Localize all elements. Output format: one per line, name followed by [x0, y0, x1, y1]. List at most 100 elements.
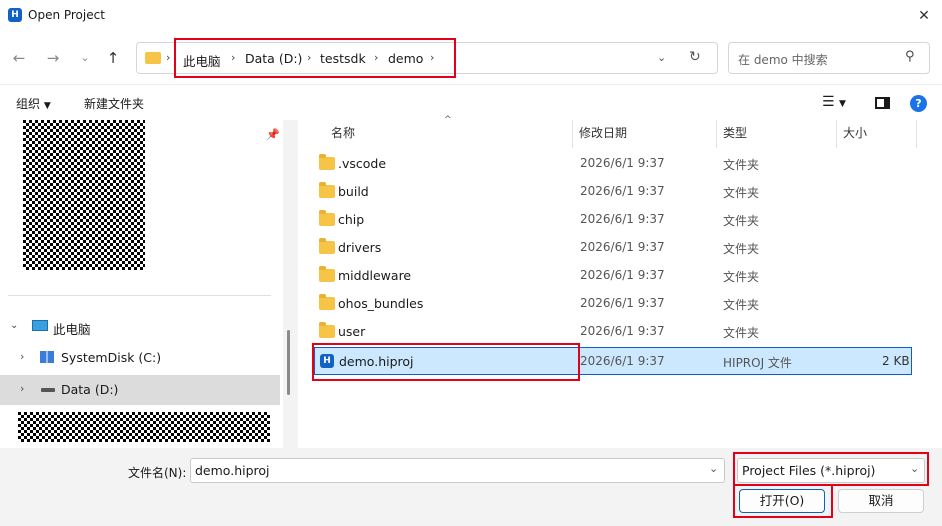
file-date: 2026/6/1 9:37: [580, 296, 665, 310]
column-header-name[interactable]: 名称: [331, 124, 355, 141]
open-button-highlight: [733, 484, 833, 518]
back-button[interactable]: ←: [8, 47, 30, 69]
file-name: middleware: [338, 268, 412, 283]
file-name: build: [338, 184, 369, 199]
drive-icon: [41, 388, 55, 392]
pin-icon[interactable]: 📌: [266, 128, 280, 141]
filetype-highlight: [733, 452, 929, 486]
navigation-pane: 📌 ⌄ 此电脑 › SystemDisk (C:) › Data (D:): [0, 120, 283, 448]
file-type: 文件夹: [723, 326, 760, 340]
filename-value: demo.hiproj: [195, 463, 270, 478]
new-folder-button[interactable]: 新建文件夹: [84, 95, 144, 112]
file-row[interactable]: middleware 2026/6/1 9:37 文件夹: [310, 262, 940, 290]
chevron-right-icon: ›: [166, 51, 171, 64]
file-date: 2026/6/1 9:37: [580, 184, 665, 198]
chevron-down-icon: ⌄: [709, 462, 719, 475]
file-type: 文件夹: [723, 242, 760, 256]
computer-icon: [32, 320, 48, 331]
divider: [8, 295, 271, 296]
folder-icon: [145, 52, 161, 64]
sidebar-item-data-drive[interactable]: › Data (D:): [0, 375, 280, 405]
view-menu-icon[interactable]: ☰ ▼: [822, 94, 846, 110]
file-date: 2026/6/1 9:37: [580, 268, 665, 282]
folder-icon: [319, 266, 335, 282]
cancel-button[interactable]: 取消: [838, 489, 924, 513]
file-date: 2026/6/1 9:37: [580, 240, 665, 254]
app-icon: H: [8, 8, 22, 22]
file-size: 2 KB: [882, 354, 910, 368]
column-header-modified[interactable]: 修改日期: [579, 124, 627, 141]
column-divider[interactable]: [716, 120, 717, 148]
help-icon[interactable]: ?: [910, 95, 927, 112]
organize-button[interactable]: 组织 ▼: [16, 95, 51, 112]
preview-pane-icon[interactable]: [875, 97, 890, 109]
sidebar-item-label: Data (D:): [61, 382, 119, 397]
file-row[interactable]: ohos_bundles 2026/6/1 9:37 文件夹: [310, 290, 940, 318]
organize-label: 组织: [16, 97, 41, 111]
file-row[interactable]: build 2026/6/1 9:37 文件夹: [310, 178, 940, 206]
file-type: 文件夹: [723, 158, 760, 172]
up-button[interactable]: ↑: [102, 47, 124, 69]
windows-drive-icon: [40, 351, 54, 363]
file-date: 2026/6/1 9:37: [580, 156, 665, 170]
file-name: .vscode: [338, 156, 387, 171]
file-name: drivers: [338, 240, 382, 255]
folder-icon: [319, 210, 335, 226]
arrow-left-icon: ←: [12, 49, 26, 67]
chevron-right-icon: ›: [20, 382, 25, 395]
chevron-down-icon: ⌄: [80, 51, 90, 64]
filename-input[interactable]: demo.hiproj ⌄: [190, 458, 725, 483]
command-bar: 组织 ▼ 新建文件夹 ☰ ▼ ?: [0, 84, 942, 120]
sidebar-item-label: 此电脑: [53, 322, 91, 337]
file-date: 2026/6/1 9:37: [580, 324, 665, 338]
recent-locations-button[interactable]: ⌄: [74, 47, 96, 69]
refresh-icon[interactable]: ↻: [689, 49, 701, 65]
sort-ascending-icon: ^: [444, 115, 452, 125]
folder-icon: [319, 322, 335, 338]
column-divider[interactable]: [572, 120, 573, 148]
search-input[interactable]: 在 demo 中搜索: [738, 51, 828, 68]
close-button[interactable]: ✕: [912, 4, 936, 28]
file-type: HIPROJ 文件: [723, 356, 792, 370]
file-type: 文件夹: [723, 298, 760, 312]
title-bar: H Open Project ✕: [0, 0, 942, 32]
file-row[interactable]: user 2026/6/1 9:37 文件夹: [310, 318, 940, 346]
filename-label: 文件名(N):: [128, 466, 187, 480]
file-date: 2026/6/1 9:37: [580, 212, 665, 226]
file-name: ohos_bundles: [338, 296, 424, 311]
column-divider[interactable]: [916, 120, 917, 148]
redacted-image: [23, 120, 145, 270]
file-type: 文件夹: [723, 270, 760, 284]
file-row[interactable]: chip 2026/6/1 9:37 文件夹: [310, 206, 940, 234]
sidebar-item-system-disk[interactable]: › SystemDisk (C:): [0, 343, 280, 373]
file-row[interactable]: .vscode 2026/6/1 9:37 文件夹: [310, 150, 940, 178]
sidebar-item-this-pc[interactable]: ⌄ 此电脑: [0, 312, 280, 342]
address-dropdown-icon[interactable]: ⌄: [657, 51, 666, 64]
column-header-size[interactable]: 大小: [843, 124, 867, 141]
column-header-type[interactable]: 类型: [723, 124, 747, 141]
arrow-right-icon: →: [46, 49, 60, 67]
forward-button[interactable]: →: [42, 47, 64, 69]
file-name: chip: [338, 212, 365, 227]
redacted-image: [18, 412, 270, 442]
arrow-up-icon: ↑: [106, 49, 120, 67]
sidebar-item-label: SystemDisk (C:): [61, 350, 162, 365]
breadcrumb-highlight: [174, 38, 456, 78]
search-box[interactable]: 在 demo 中搜索 ⚲: [728, 42, 930, 74]
file-type: 文件夹: [723, 214, 760, 228]
file-type: 文件夹: [723, 186, 760, 200]
window-title: Open Project: [28, 8, 105, 22]
selected-file-highlight: [312, 343, 580, 381]
folder-icon: [319, 154, 335, 170]
chevron-right-icon: ›: [20, 350, 25, 363]
chevron-down-icon: ⌄: [10, 320, 19, 331]
column-divider[interactable]: [836, 120, 837, 148]
close-icon: ✕: [918, 8, 930, 24]
file-row[interactable]: drivers 2026/6/1 9:37 文件夹: [310, 234, 940, 262]
file-name: user: [338, 324, 366, 339]
file-date: 2026/6/1 9:37: [580, 354, 665, 368]
nav-pane-scrollbar[interactable]: [287, 330, 290, 395]
search-icon: ⚲: [905, 49, 915, 64]
folder-icon: [319, 238, 335, 254]
caret-down-icon: ▼: [43, 101, 51, 111]
